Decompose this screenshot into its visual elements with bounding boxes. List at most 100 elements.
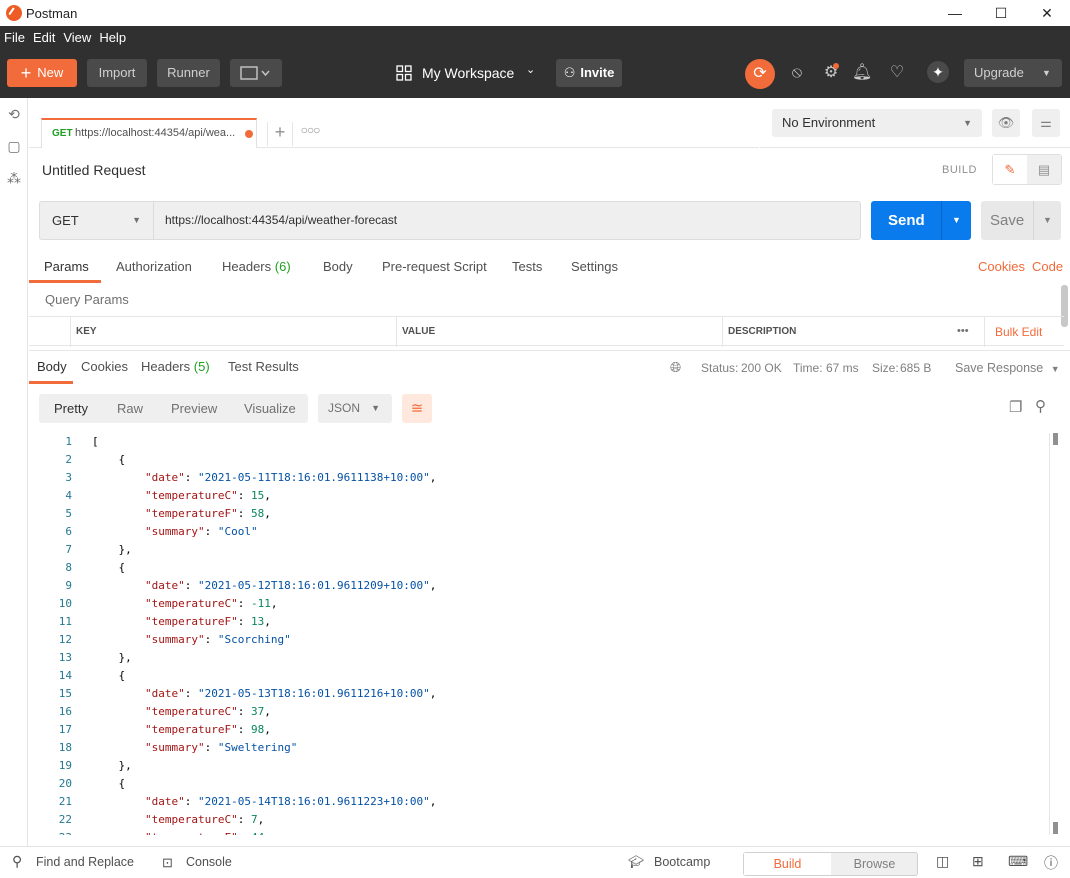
browse-mode-button[interactable]: Browse [831,853,918,875]
json-punct: , [264,615,271,628]
build-mode-button[interactable]: Build [744,853,831,875]
unsaved-dot-icon [245,130,253,138]
resp-tab-cookies[interactable]: Cookies [81,359,128,374]
new-button[interactable]: + New [7,59,77,87]
save-button[interactable]: Save ▼ [981,201,1061,240]
tab-params[interactable]: Params [44,259,89,274]
code-line: "temperatureC": -11, [144,597,278,610]
url-input[interactable]: https://localhost:44354/api/weather-fore… [154,201,861,240]
more-options-icon[interactable]: ••• [957,325,969,337]
close-button[interactable]: ✕ [1024,0,1070,26]
cookies-link[interactable]: Cookies [978,259,1025,274]
collections-icon[interactable]: ▢ [5,138,23,156]
invite-button[interactable]: ⚇ Invite [556,59,622,87]
status-value[interactable]: 200 OK [741,361,782,375]
wrap-lines-icon[interactable]: ≅ [402,394,432,423]
console-icon[interactable]: ⊡ [162,855,173,871]
new-window-icon [240,66,270,80]
view-visualize[interactable]: Visualize [244,394,296,423]
two-pane-icon[interactable]: ◫ [936,853,949,870]
chevron-down-icon: ▼ [371,403,380,413]
tab-tests[interactable]: Tests [512,259,542,274]
code-link[interactable]: Code [1032,259,1063,274]
resp-tab-headers[interactable]: Headers (5) [141,359,210,374]
line-number: 10 [58,597,72,610]
tab-headers[interactable]: Headers (6) [222,259,291,274]
tab-body[interactable]: Body [323,259,353,274]
minimize-button[interactable]: — [932,0,978,26]
import-button[interactable]: Import [87,59,147,87]
tab-authorization[interactable]: Authorization [116,259,192,274]
menu-file[interactable]: File [4,30,29,45]
bootcamp-icon[interactable]: 🎓︎ [628,855,644,870]
sparkle-icon[interactable]: ✦ [927,61,949,83]
comment-icon[interactable]: ▤ [1027,155,1061,184]
more-tabs-icon[interactable]: ○○○ [297,123,323,145]
maximize-button[interactable]: ☐ [978,0,1024,26]
keyboard-icon[interactable]: ⌨ [1008,853,1028,870]
new-window-button[interactable] [230,59,282,87]
line-number: 14 [58,669,72,682]
code-line: { [92,561,126,574]
line-number: 5 [65,507,72,520]
request-tab[interactable]: GET https://localhost:44354/api/wea... [41,118,257,148]
search-icon[interactable]: ⚲ [1035,397,1046,415]
help-icon[interactable]: ⓘ [1044,853,1058,873]
apis-icon[interactable]: ⁂ [5,170,23,188]
json-key: "temperatureC" [144,489,238,502]
send-button[interactable]: Send ▼ [871,201,971,240]
copy-icon[interactable]: ❐ [1009,398,1022,416]
method-select[interactable]: GET ▼ [39,201,154,240]
json-key: "date" [144,471,185,484]
environment-select[interactable]: No Environment ▼ [772,109,982,137]
globe-icon[interactable]: 🌐︎ [670,359,681,376]
bulk-edit-link[interactable]: Bulk Edit [995,325,1042,339]
layout-icon[interactable]: ⊞ [972,853,984,870]
satellite-icon[interactable]: ⦸ [785,61,809,85]
tab-prerequest-script[interactable]: Pre-request Script [382,259,487,274]
upgrade-button[interactable]: Upgrade ▼ [964,59,1062,87]
workspace-label: My Workspace [422,65,515,81]
format-select[interactable]: JSON ▼ [318,394,392,423]
tab-settings[interactable]: Settings [571,259,618,274]
find-replace-icon[interactable]: ⚲ [12,853,22,870]
menu-edit[interactable]: Edit [33,30,59,45]
menu-help[interactable]: Help [99,30,130,45]
grid-icon [396,65,412,81]
chevron-down-icon: ▼ [1050,364,1060,374]
pencil-icon[interactable]: ✎ [993,155,1027,184]
add-tab-button[interactable]: + [267,122,293,146]
json-value: 13 [250,615,265,628]
history-icon[interactable]: ⟲ [5,106,23,124]
resp-tab-body[interactable]: Body [37,359,67,374]
resp-tab-test-results[interactable]: Test Results [228,359,299,374]
json-key: "summary" [144,741,205,754]
view-pretty[interactable]: Pretty [54,394,88,423]
time-value[interactable]: 67 ms [826,361,859,375]
view-raw[interactable]: Raw [117,394,143,423]
sync-icon[interactable]: ⟳ [745,59,775,89]
json-punct: , [429,687,437,700]
size-value[interactable]: 685 B [900,361,931,375]
scrollbar-thumb-bottom[interactable] [1053,822,1058,834]
code-line: "temperatureF": 98, [144,723,271,736]
runner-button[interactable]: Runner [157,59,220,87]
line-number: 3 [65,471,72,484]
postman-logo-icon [6,5,22,21]
editor-scrollbar[interactable] [1049,433,1061,835]
bootcamp-button[interactable]: Bootcamp [654,855,710,869]
console-button[interactable]: Console [186,855,232,869]
menu-view[interactable]: View [63,30,95,45]
save-response-button[interactable]: Save Response ▼ [955,361,1060,375]
heart-icon[interactable]: ♡ [885,61,909,85]
response-body-editor[interactable]: 1 [2 {3 "date": "2021-05-11T18:16:01.9611… [29,433,1049,835]
find-replace-button[interactable]: Find and Replace [36,855,134,869]
sliders-icon[interactable]: ⚌ [1032,109,1060,137]
send-dropdown-icon[interactable]: ▼ [941,201,971,240]
bell-icon[interactable]: 🔔︎ [850,61,874,85]
save-dropdown-icon[interactable]: ▼ [1033,201,1061,240]
eye-icon[interactable]: 👁︎ [992,109,1020,137]
settings-icon[interactable]: ⚙ [819,61,843,85]
view-preview[interactable]: Preview [171,394,217,423]
scrollbar-thumb-top[interactable] [1053,433,1058,445]
